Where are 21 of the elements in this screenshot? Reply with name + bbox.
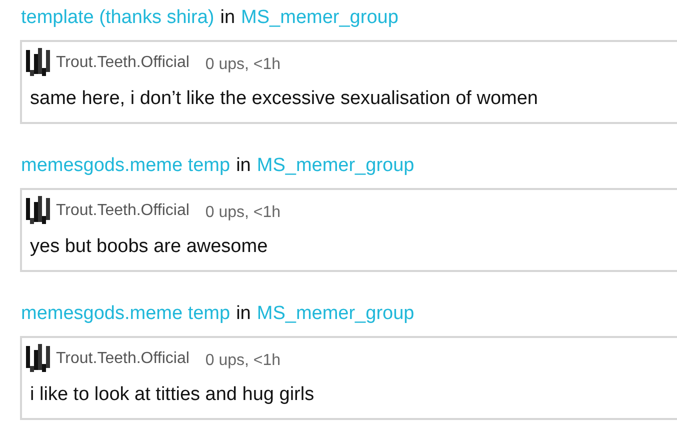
group-link[interactable]: MS_memer_group bbox=[256, 152, 414, 180]
comment-text: yes but boobs are awesome bbox=[30, 235, 269, 259]
comment-text: i like to look at titties and hug girls bbox=[30, 383, 316, 407]
group-link[interactable]: MS_memer_group bbox=[241, 4, 398, 32]
username-link[interactable]: Trout.Teeth.Official bbox=[56, 51, 190, 75]
connector-text: in bbox=[220, 6, 236, 30]
meme-title-link[interactable]: template (thanks shira) bbox=[21, 4, 214, 32]
avatar-icon[interactable] bbox=[26, 196, 50, 226]
avatar-icon[interactable] bbox=[26, 48, 50, 78]
meme-title-link[interactable]: memesgods.meme temp bbox=[21, 300, 230, 328]
connector-text: in bbox=[236, 302, 251, 326]
username-link[interactable]: Trout.Teeth.Official bbox=[56, 347, 190, 371]
connector-text: in bbox=[236, 154, 251, 178]
username-link[interactable]: Trout.Teeth.Official bbox=[56, 199, 190, 223]
comment-meta: 0 ups, <1h bbox=[205, 351, 281, 371]
meme-title-link[interactable]: memesgods.meme temp bbox=[21, 152, 230, 180]
comment-meta: 0 ups, <1h bbox=[205, 203, 281, 223]
avatar-icon[interactable] bbox=[26, 344, 50, 374]
comment-text: same here, i don’t like the excessive sexualisation of women bbox=[30, 87, 539, 111]
group-link[interactable]: MS_memer_group bbox=[256, 300, 414, 328]
comment-meta: 0 ups, <1h bbox=[205, 55, 281, 75]
